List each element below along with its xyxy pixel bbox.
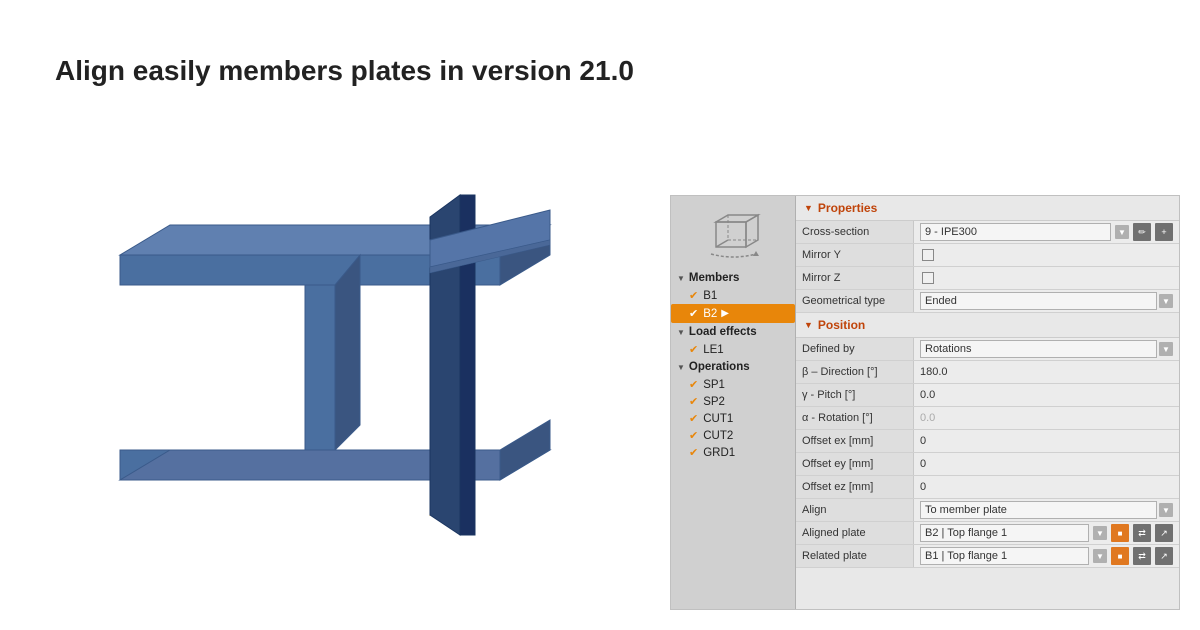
check-icon-cut1: ✔ — [689, 412, 698, 425]
value-mirror-y[interactable] — [914, 244, 1179, 266]
panel-sidebar: ▼ Members ✔ B1 ✔ B2 ▶ ▼ Load effects ✔ L… — [671, 196, 796, 609]
related-plate-value: B1 | Top flange 1 — [920, 547, 1089, 565]
aligned-plate-select-btn[interactable]: ■ — [1111, 524, 1129, 542]
check-icon-b2: ✔ — [689, 307, 698, 320]
value-aligned-plate[interactable]: B2 | Top flange 1 ▼ ■ ⇄ ↗ — [914, 522, 1179, 544]
sidebar-item-sp1[interactable]: ✔ SP1 — [671, 376, 795, 393]
sidebar-section-operations[interactable]: ▼ Operations — [671, 358, 795, 376]
cross-section-dropdown-arrow[interactable]: ▼ — [1115, 225, 1129, 239]
value-pitch[interactable]: 0.0 — [914, 384, 1179, 406]
beam-illustration — [40, 155, 620, 555]
mirror-y-checkbox[interactable] — [922, 249, 934, 261]
label-geom-type: Geometrical type — [796, 290, 914, 312]
prop-row-cross-section: Cross-section 9 - IPE300 ▼ ✏ + — [796, 221, 1179, 244]
check-icon-cut2: ✔ — [689, 429, 698, 442]
align-dropdown-arrow[interactable]: ▼ — [1159, 503, 1173, 517]
cross-section-value: 9 - IPE300 — [920, 223, 1111, 241]
label-defined-by: Defined by — [796, 338, 914, 360]
label-rotation: α - Rotation [°] — [796, 407, 914, 429]
triangle-icon-load: ▼ — [677, 328, 685, 337]
related-plate-select-btn[interactable]: ■ — [1111, 547, 1129, 565]
check-icon: ✔ — [689, 289, 698, 302]
prop-row-offset-ey: Offset ey [mm] 0 — [796, 453, 1179, 476]
prop-row-aligned-plate: Aligned plate B2 | Top flange 1 ▼ ■ ⇄ ↗ — [796, 522, 1179, 545]
sidebar-item-b2[interactable]: ✔ B2 ▶ — [671, 304, 795, 323]
value-cross-section[interactable]: 9 - IPE300 ▼ ✏ + — [914, 221, 1179, 243]
sidebar-item-sp2[interactable]: ✔ SP2 — [671, 393, 795, 410]
prop-row-defined-by: Defined by Rotations ▼ — [796, 338, 1179, 361]
aligned-plate-dropdown-arrow[interactable]: ▼ — [1093, 526, 1107, 540]
check-icon-sp1: ✔ — [689, 378, 698, 391]
value-direction[interactable]: 180.0 — [914, 361, 1179, 383]
value-offset-ez[interactable]: 0 — [914, 476, 1179, 498]
geom-type-value: Ended — [920, 292, 1157, 310]
value-defined-by[interactable]: Rotations ▼ — [914, 338, 1179, 360]
label-pitch: γ - Pitch [°] — [796, 384, 914, 406]
3d-view-icon — [671, 204, 795, 269]
mirror-z-checkbox[interactable] — [922, 272, 934, 284]
prop-row-align: Align To member plate ▼ — [796, 499, 1179, 522]
prop-row-mirror-y: Mirror Y — [796, 244, 1179, 267]
prop-row-pitch: γ - Pitch [°] 0.0 — [796, 384, 1179, 407]
edit-cross-section-btn[interactable]: ✏ — [1133, 223, 1151, 241]
prop-row-mirror-z: Mirror Z — [796, 267, 1179, 290]
label-mirror-y: Mirror Y — [796, 244, 914, 266]
prop-row-direction: β – Direction [°] 180.0 — [796, 361, 1179, 384]
prop-row-geom-type: Geometrical type Ended ▼ — [796, 290, 1179, 313]
check-icon-sp2: ✔ — [689, 395, 698, 408]
label-align: Align — [796, 499, 914, 521]
triangle-position-icon: ▼ — [804, 320, 813, 330]
prop-row-related-plate: Related plate B1 | Top flange 1 ▼ ■ ⇄ ↗ — [796, 545, 1179, 568]
defined-by-value: Rotations — [920, 340, 1157, 358]
page-title: Align easily members plates in version 2… — [55, 55, 634, 87]
triangle-icon-ops: ▼ — [677, 363, 685, 372]
geom-type-dropdown-arrow[interactable]: ▼ — [1159, 294, 1173, 308]
sidebar-item-grd1[interactable]: ✔ GRD1 — [671, 444, 795, 461]
label-cross-section: Cross-section — [796, 221, 914, 243]
sidebar-section-members[interactable]: ▼ Members — [671, 269, 795, 287]
label-aligned-plate: Aligned plate — [796, 522, 914, 544]
sidebar-item-b1[interactable]: ✔ B1 — [671, 287, 795, 304]
label-mirror-z: Mirror Z — [796, 267, 914, 289]
label-related-plate: Related plate — [796, 545, 914, 567]
sidebar-item-le1[interactable]: ✔ LE1 — [671, 341, 795, 358]
label-offset-ez: Offset ez [mm] — [796, 476, 914, 498]
triangle-icon: ▼ — [677, 274, 685, 283]
triangle-props-icon: ▼ — [804, 203, 813, 213]
value-related-plate[interactable]: B1 | Top flange 1 ▼ ■ ⇄ ↗ — [914, 545, 1179, 567]
value-geom-type[interactable]: Ended ▼ — [914, 290, 1179, 312]
value-rotation: 0.0 — [914, 407, 1179, 429]
prop-row-offset-ex: Offset ex [mm] 0 — [796, 430, 1179, 453]
defined-by-dropdown-arrow[interactable]: ▼ — [1159, 342, 1173, 356]
sidebar-section-load[interactable]: ▼ Load effects — [671, 323, 795, 341]
section-header-properties: ▼ Properties — [796, 196, 1179, 221]
value-align[interactable]: To member plate ▼ — [914, 499, 1179, 521]
related-plate-swap-btn[interactable]: ⇄ — [1133, 547, 1151, 565]
properties-panel: ▼ Members ✔ B1 ✔ B2 ▶ ▼ Load effects ✔ L… — [670, 195, 1180, 610]
related-plate-dropdown-arrow[interactable]: ▼ — [1093, 549, 1107, 563]
value-offset-ey[interactable]: 0 — [914, 453, 1179, 475]
prop-row-rotation: α - Rotation [°] 0.0 — [796, 407, 1179, 430]
check-icon-grd1: ✔ — [689, 446, 698, 459]
check-icon-le1: ✔ — [689, 343, 698, 356]
prop-row-offset-ez: Offset ez [mm] 0 — [796, 476, 1179, 499]
value-offset-ex[interactable]: 0 — [914, 430, 1179, 452]
arrow-icon: ▶ — [721, 308, 729, 319]
aligned-plate-pick-btn[interactable]: ↗ — [1155, 524, 1173, 542]
align-value: To member plate — [920, 501, 1157, 519]
aligned-plate-swap-btn[interactable]: ⇄ — [1133, 524, 1151, 542]
label-direction: β – Direction [°] — [796, 361, 914, 383]
label-offset-ey: Offset ey [mm] — [796, 453, 914, 475]
section-header-position: ▼ Position — [796, 313, 1179, 338]
sidebar-item-cut2[interactable]: ✔ CUT2 — [671, 427, 795, 444]
related-plate-pick-btn[interactable]: ↗ — [1155, 547, 1173, 565]
panel-properties: ▼ Properties Cross-section 9 - IPE300 ▼ … — [796, 196, 1179, 609]
aligned-plate-value: B2 | Top flange 1 — [920, 524, 1089, 542]
add-cross-section-btn[interactable]: + — [1155, 223, 1173, 241]
sidebar-item-cut1[interactable]: ✔ CUT1 — [671, 410, 795, 427]
value-mirror-z[interactable] — [914, 267, 1179, 289]
label-offset-ex: Offset ex [mm] — [796, 430, 914, 452]
